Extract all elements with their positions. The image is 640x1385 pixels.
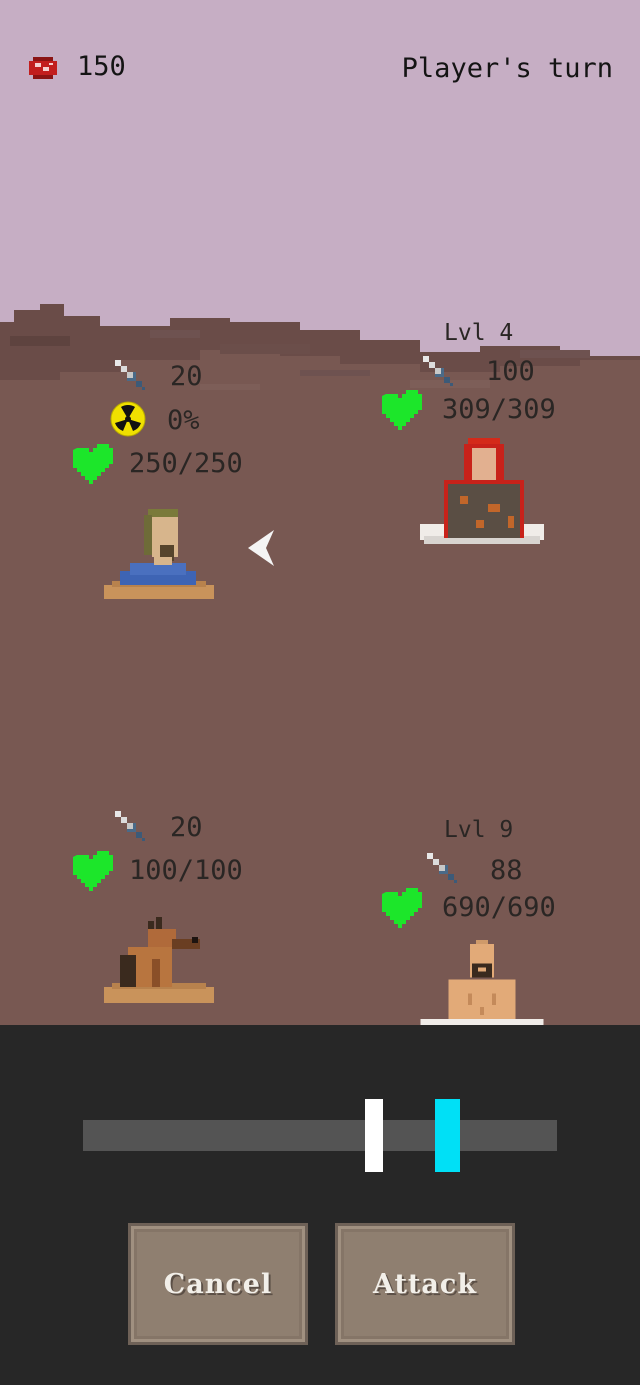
bald-raider-portrait: [420, 940, 544, 1025]
attack-value: 100: [486, 356, 535, 387]
red-haired-raider-portrait: [420, 438, 544, 544]
radiation-icon: [110, 401, 146, 437]
attack-button[interactable]: Attack: [335, 1223, 515, 1345]
attack-button-label: Attack: [372, 1268, 478, 1300]
health-value: 100/100: [129, 855, 243, 886]
meat-steak-icon: [29, 57, 57, 79]
attack-timing-bar[interactable]: [83, 1099, 557, 1172]
cancel-button[interactable]: Cancel: [128, 1223, 308, 1345]
heart-icon: [73, 851, 113, 891]
attack-value: 20: [170, 361, 203, 392]
attack-value: 20: [170, 812, 203, 843]
survivor-portrait: [104, 509, 214, 599]
heart-icon: [73, 444, 113, 484]
heart-icon: [382, 390, 422, 430]
sword-icon: [427, 853, 457, 883]
timing-marker: [365, 1099, 384, 1172]
currency-amount: 150: [77, 51, 126, 82]
enemy-level: Lvl 9: [444, 817, 514, 843]
attack-value: 88: [490, 855, 523, 886]
turn-indicator: Player's turn: [401, 53, 613, 84]
sword-icon: [115, 360, 145, 390]
heart-icon: [382, 888, 422, 928]
sword-icon: [115, 811, 145, 841]
radiation-value: 0%: [167, 405, 200, 436]
cancel-button-label: Cancel: [163, 1268, 273, 1300]
enemy-level: Lvl 4: [444, 320, 514, 346]
health-value: 250/250: [129, 448, 243, 479]
sword-icon: [423, 356, 453, 386]
dog-portrait: [104, 917, 214, 1003]
health-value: 690/690: [442, 892, 556, 923]
action-panel: Cancel Attack: [0, 1025, 640, 1385]
health-value: 309/309: [442, 394, 556, 425]
selected-target-arrow-icon: [248, 530, 274, 566]
timing-target-zone: [435, 1099, 461, 1172]
